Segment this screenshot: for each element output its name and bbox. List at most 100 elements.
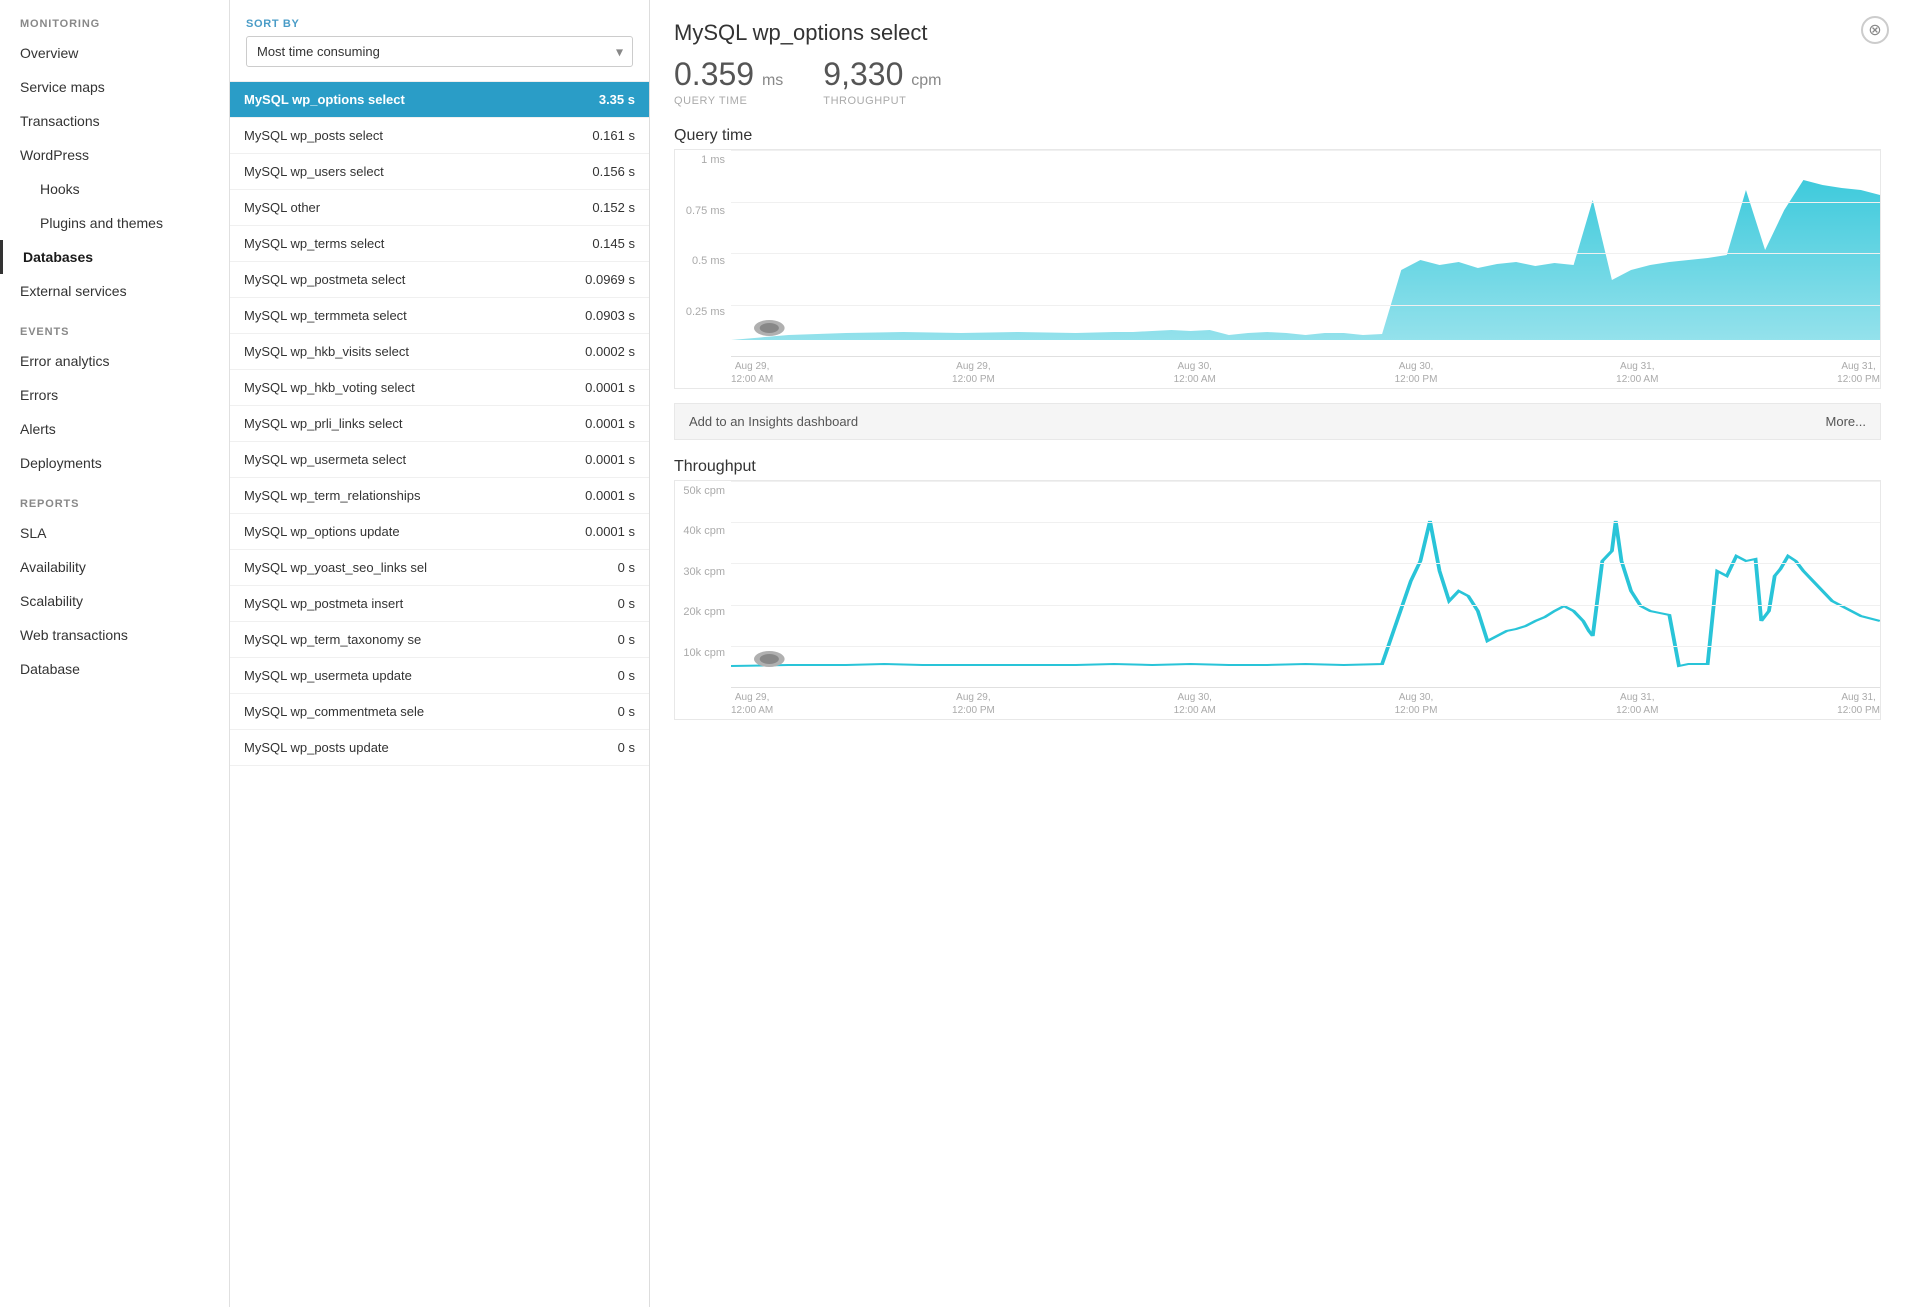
throughput-unit: cpm xyxy=(911,72,941,89)
query-time-value: 0.359 xyxy=(674,56,754,92)
db-item-value: 0 s xyxy=(575,740,635,755)
db-item-name: MySQL wp_users select xyxy=(244,164,565,179)
db-item-name: MySQL wp_hkb_voting select xyxy=(244,380,565,395)
sidebar-item-scalability[interactable]: Scalability xyxy=(0,584,229,618)
db-item-name: MySQL wp_postmeta insert xyxy=(244,596,565,611)
db-item-value: 0.152 s xyxy=(575,200,635,215)
query-time-value-group: 0.359 ms xyxy=(674,56,783,93)
x-label-aug31-pm: Aug 31,12:00 PM xyxy=(1837,360,1880,386)
db-list-item[interactable]: MySQL wp_posts update 0 s xyxy=(230,730,649,766)
db-list-item[interactable]: MySQL wp_options update0.0001 s xyxy=(230,514,649,550)
db-list-item[interactable]: MySQL wp_users select 0.156 s xyxy=(230,154,649,190)
db-list-item[interactable]: MySQL wp_term_taxonomy se0 s xyxy=(230,622,649,658)
db-list-item[interactable]: MySQL wp_postmeta select 0.0969 s xyxy=(230,262,649,298)
x-label-aug30-pm: Aug 30,12:00 PM xyxy=(1395,360,1438,386)
db-item-name: MySQL wp_usermeta update xyxy=(244,668,565,683)
db-list-item[interactable]: MySQL wp_usermeta update0 s xyxy=(230,658,649,694)
db-list-item[interactable]: MySQL wp_hkb_voting select 0.0001 s xyxy=(230,370,649,406)
sidebar-item-availability[interactable]: Availability xyxy=(0,550,229,584)
db-item-name: MySQL wp_terms select xyxy=(244,236,565,251)
sort-select[interactable]: Most time consuming Most calls Slowest a… xyxy=(246,36,633,67)
throughput-label: THROUGHPUT xyxy=(823,95,941,107)
db-item-name: MySQL wp_prli_links select xyxy=(244,416,565,431)
db-list-item[interactable]: MySQL wp_term_relationships0.0001 s xyxy=(230,478,649,514)
db-list-item[interactable]: MySQL wp_posts select0.161 s xyxy=(230,118,649,154)
sidebar-item-hooks[interactable]: Hooks xyxy=(0,172,229,206)
tx-label-aug30-am: Aug 30,12:00 AM xyxy=(1174,691,1216,717)
query-time-metric: 0.359 ms QUERY TIME xyxy=(674,56,783,107)
db-list-item[interactable]: MySQL wp_terms select 0.145 s xyxy=(230,226,649,262)
sidebar-item-databases[interactable]: Databases xyxy=(0,240,229,274)
db-item-value: 0.156 s xyxy=(575,164,635,179)
db-list-item[interactable]: MySQL wp_hkb_visits select0.0002 s xyxy=(230,334,649,370)
tx-label-aug31-pm: Aug 31,12:00 PM xyxy=(1837,691,1880,717)
db-list-item[interactable]: MySQL wp_postmeta insert 0 s xyxy=(230,586,649,622)
db-item-name: MySQL wp_posts update xyxy=(244,740,565,755)
reports-section: REPORTS SLA Availability Scalability Web… xyxy=(0,480,229,686)
db-item-value: 0.0001 s xyxy=(575,452,635,467)
db-item-value: 0.0001 s xyxy=(575,416,635,431)
close-button[interactable]: ⊗ xyxy=(1861,16,1889,44)
sidebar-item-wordpress[interactable]: WordPress xyxy=(0,138,229,172)
tx-label-aug29-pm: Aug 29,12:00 PM xyxy=(952,691,995,717)
sidebar-item-service-maps[interactable]: Service maps xyxy=(0,70,229,104)
db-list-item[interactable]: MySQL wp_termmeta select0.0903 s xyxy=(230,298,649,334)
db-list-item[interactable]: MySQL wp_commentmeta sele0 s xyxy=(230,694,649,730)
y-label-025ms: 0.25 ms xyxy=(675,306,725,318)
db-item-name: MySQL wp_term_taxonomy se xyxy=(244,632,565,647)
db-list: MySQL wp_options select3.35 sMySQL wp_po… xyxy=(230,82,649,1307)
db-item-value: 0.0969 s xyxy=(575,272,635,287)
db-item-name: MySQL wp_usermeta select xyxy=(244,452,565,467)
db-item-name: MySQL wp_options update xyxy=(244,524,565,539)
sidebar-item-error-analytics[interactable]: Error analytics xyxy=(0,344,229,378)
monitoring-section: MONITORING Overview Service maps Transac… xyxy=(0,0,229,308)
y-label-075ms: 0.75 ms xyxy=(675,205,725,217)
sort-select-wrapper: Most time consuming Most calls Slowest a… xyxy=(246,36,633,67)
db-item-value: 3.35 s xyxy=(575,92,635,107)
sidebar-item-deployments[interactable]: Deployments xyxy=(0,446,229,480)
db-item-value: 0.161 s xyxy=(575,128,635,143)
reports-label: REPORTS xyxy=(0,480,229,516)
db-item-value: 0 s xyxy=(575,704,635,719)
db-item-value: 0 s xyxy=(575,596,635,611)
sidebar-item-transactions[interactable]: Transactions xyxy=(0,104,229,138)
db-item-value: 0.0001 s xyxy=(575,380,635,395)
sidebar-item-web-transactions[interactable]: Web transactions xyxy=(0,618,229,652)
sidebar-item-errors[interactable]: Errors xyxy=(0,378,229,412)
ty-label-10k: 10k cpm xyxy=(675,647,725,659)
tx-label-aug29-am: Aug 29,12:00 AM xyxy=(731,691,773,717)
throughput-value: 9,330 xyxy=(823,56,903,92)
events-label: EVENTS xyxy=(0,308,229,344)
events-section: EVENTS Error analytics Errors Alerts Dep… xyxy=(0,308,229,480)
sort-bar: SORT BY Most time consuming Most calls S… xyxy=(230,0,649,82)
db-list-item[interactable]: MySQL other0.152 s xyxy=(230,190,649,226)
sidebar-item-database[interactable]: Database xyxy=(0,652,229,686)
query-time-unit: ms xyxy=(762,72,783,89)
more-link[interactable]: More... xyxy=(1826,414,1866,429)
query-time-label: QUERY TIME xyxy=(674,95,783,107)
db-item-value: 0.145 s xyxy=(575,236,635,251)
insights-label[interactable]: Add to an Insights dashboard xyxy=(689,414,858,429)
db-item-value: 0.0002 s xyxy=(575,344,635,359)
list-panel: SORT BY Most time consuming Most calls S… xyxy=(230,0,650,1307)
sidebar-item-sla[interactable]: SLA xyxy=(0,516,229,550)
x-label-aug31-am: Aug 31,12:00 AM xyxy=(1616,360,1658,386)
sidebar-item-plugins-themes[interactable]: Plugins and themes xyxy=(0,206,229,240)
x-label-aug29-pm: Aug 29,12:00 PM xyxy=(952,360,995,386)
db-list-item[interactable]: MySQL wp_yoast_seo_links sel0 s xyxy=(230,550,649,586)
db-list-item[interactable]: MySQL wp_options select3.35 s xyxy=(230,82,649,118)
x-label-aug30-am: Aug 30,12:00 AM xyxy=(1174,360,1216,386)
sidebar-item-overview[interactable]: Overview xyxy=(0,36,229,70)
throughput-chart-title: Throughput xyxy=(674,458,1881,476)
tx-label-aug31-am: Aug 31,12:00 AM xyxy=(1616,691,1658,717)
db-item-name: MySQL wp_postmeta select xyxy=(244,272,565,287)
db-item-value: 0.0903 s xyxy=(575,308,635,323)
throughput-chart-container: 50k cpm 40k cpm 30k cpm 20k cpm 10k cpm xyxy=(674,480,1881,720)
sidebar-item-alerts[interactable]: Alerts xyxy=(0,412,229,446)
db-list-item[interactable]: MySQL wp_usermeta select 0.0001 s xyxy=(230,442,649,478)
ty-label-20k: 20k cpm xyxy=(675,606,725,618)
sidebar-item-external-services[interactable]: External services xyxy=(0,274,229,308)
x-label-aug29-am: Aug 29,12:00 AM xyxy=(731,360,773,386)
db-list-item[interactable]: MySQL wp_prli_links select 0.0001 s xyxy=(230,406,649,442)
ty-label-30k: 30k cpm xyxy=(675,566,725,578)
